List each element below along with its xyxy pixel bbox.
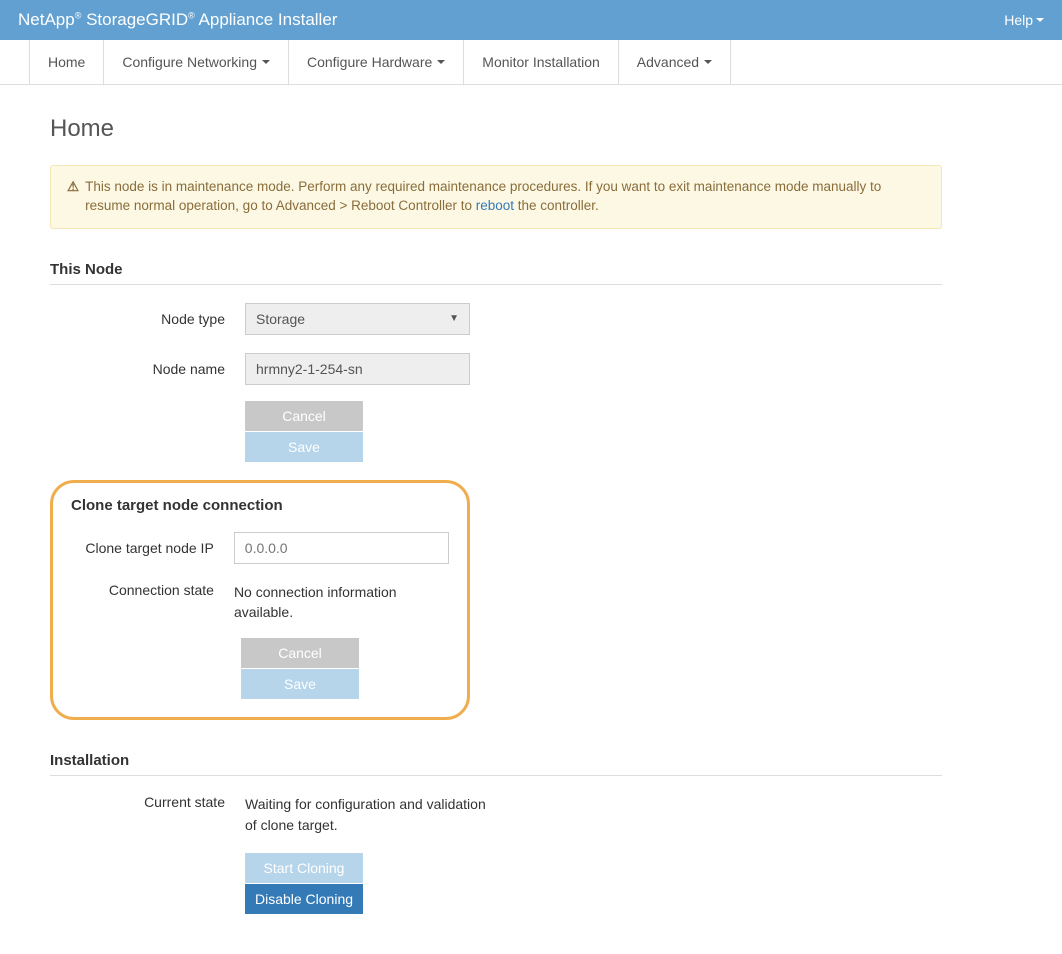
help-label: Help bbox=[1004, 12, 1033, 28]
node-type-value: Storage bbox=[256, 311, 305, 327]
chevron-down-icon bbox=[262, 60, 270, 64]
chevron-down-icon: ▼ bbox=[449, 313, 459, 324]
warning-icon: ⚠ bbox=[67, 178, 79, 216]
page-title: Home bbox=[50, 115, 942, 143]
clone-buttons: Cancel Save bbox=[241, 638, 449, 699]
nav-configure-hardware-label: Configure Hardware bbox=[307, 54, 432, 70]
connection-state-row: Connection state No connection informati… bbox=[71, 582, 449, 623]
chevron-down-icon bbox=[437, 60, 445, 64]
clone-ip-label: Clone target node IP bbox=[71, 540, 234, 556]
this-node-buttons: Cancel Save bbox=[245, 401, 942, 462]
save-button[interactable]: Save bbox=[241, 669, 359, 699]
node-name-row: Node name bbox=[50, 353, 942, 385]
node-type-row: Node type Storage ▼ bbox=[50, 303, 942, 335]
clone-ip-input[interactable] bbox=[234, 532, 449, 564]
main-container: Home ⚠ This node is in maintenance mode.… bbox=[0, 115, 982, 954]
cancel-button[interactable]: Cancel bbox=[245, 401, 363, 431]
current-state-label: Current state bbox=[50, 794, 245, 810]
alert-text: This node is in maintenance mode. Perfor… bbox=[85, 178, 925, 216]
node-name-label: Node name bbox=[50, 361, 245, 377]
node-type-select[interactable]: Storage ▼ bbox=[245, 303, 470, 335]
nav-monitor-installation[interactable]: Monitor Installation bbox=[463, 40, 619, 84]
help-menu[interactable]: Help bbox=[1004, 12, 1044, 28]
main-nav: Home Configure Networking Configure Hard… bbox=[0, 40, 1062, 85]
brand-mid: StorageGRID bbox=[81, 10, 188, 29]
alert-after: the controller. bbox=[514, 198, 599, 213]
installation-title: Installation bbox=[50, 752, 942, 776]
maintenance-alert: ⚠ This node is in maintenance mode. Perf… bbox=[50, 165, 942, 229]
disable-cloning-button[interactable]: Disable Cloning bbox=[245, 884, 363, 914]
header-bar: NetApp® StorageGRID® Appliance Installer… bbox=[0, 0, 1062, 40]
this-node-title: This Node bbox=[50, 261, 942, 285]
node-name-input[interactable] bbox=[245, 353, 470, 385]
nav-configure-networking-label: Configure Networking bbox=[122, 54, 257, 70]
clone-ip-row: Clone target node IP bbox=[71, 532, 449, 564]
nav-configure-networking[interactable]: Configure Networking bbox=[103, 40, 289, 84]
nav-advanced[interactable]: Advanced bbox=[618, 40, 731, 84]
current-state-value: Waiting for configuration and validation… bbox=[245, 794, 495, 835]
installation-buttons: Start Cloning Disable Cloning bbox=[245, 853, 942, 914]
brand-suffix: Appliance Installer bbox=[195, 10, 338, 29]
nav-home-label: Home bbox=[48, 54, 85, 70]
nav-advanced-label: Advanced bbox=[637, 54, 699, 70]
brand-prefix: NetApp bbox=[18, 10, 75, 29]
clone-target-box: Clone target node connection Clone targe… bbox=[50, 480, 470, 721]
connection-state-label: Connection state bbox=[71, 582, 234, 598]
reboot-link[interactable]: reboot bbox=[476, 198, 514, 213]
clone-title: Clone target node connection bbox=[71, 497, 449, 514]
nav-home[interactable]: Home bbox=[29, 40, 104, 84]
node-type-label: Node type bbox=[50, 311, 245, 327]
chevron-down-icon bbox=[704, 60, 712, 64]
nav-configure-hardware[interactable]: Configure Hardware bbox=[288, 40, 464, 84]
app-title: NetApp® StorageGRID® Appliance Installer bbox=[18, 10, 337, 30]
current-state-row: Current state Waiting for configuration … bbox=[50, 794, 942, 835]
cancel-button[interactable]: Cancel bbox=[241, 638, 359, 668]
chevron-down-icon bbox=[1036, 18, 1044, 22]
connection-state-value: No connection information available. bbox=[234, 582, 449, 623]
save-button[interactable]: Save bbox=[245, 432, 363, 462]
nav-monitor-installation-label: Monitor Installation bbox=[482, 54, 600, 70]
start-cloning-button[interactable]: Start Cloning bbox=[245, 853, 363, 883]
